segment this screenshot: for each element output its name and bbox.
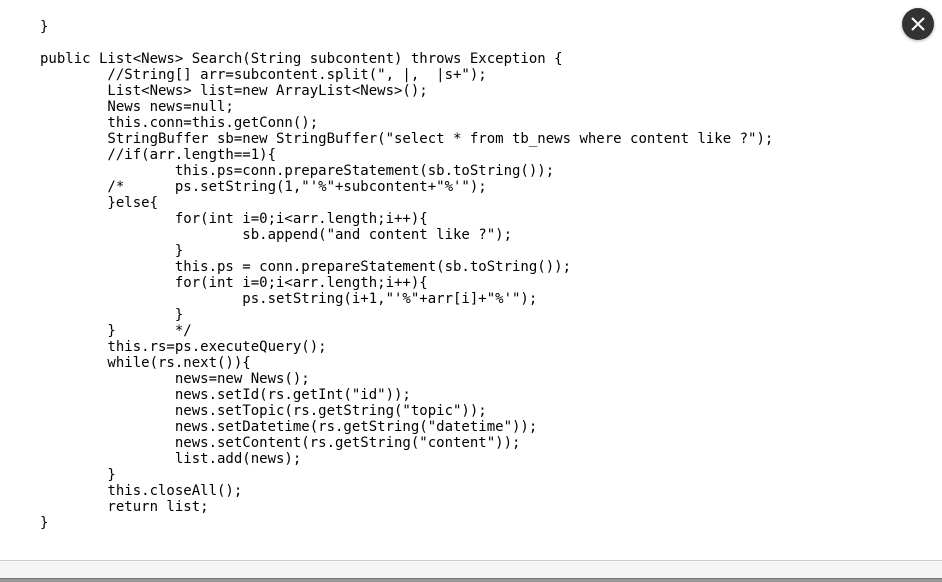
code-content: } public List<News> Search(String subcon… [40, 19, 932, 531]
code-viewer-panel: } public List<News> Search(String subcon… [0, 0, 942, 561]
window-bottom-border [0, 578, 942, 582]
close-button[interactable] [902, 8, 934, 40]
close-icon [910, 16, 926, 32]
